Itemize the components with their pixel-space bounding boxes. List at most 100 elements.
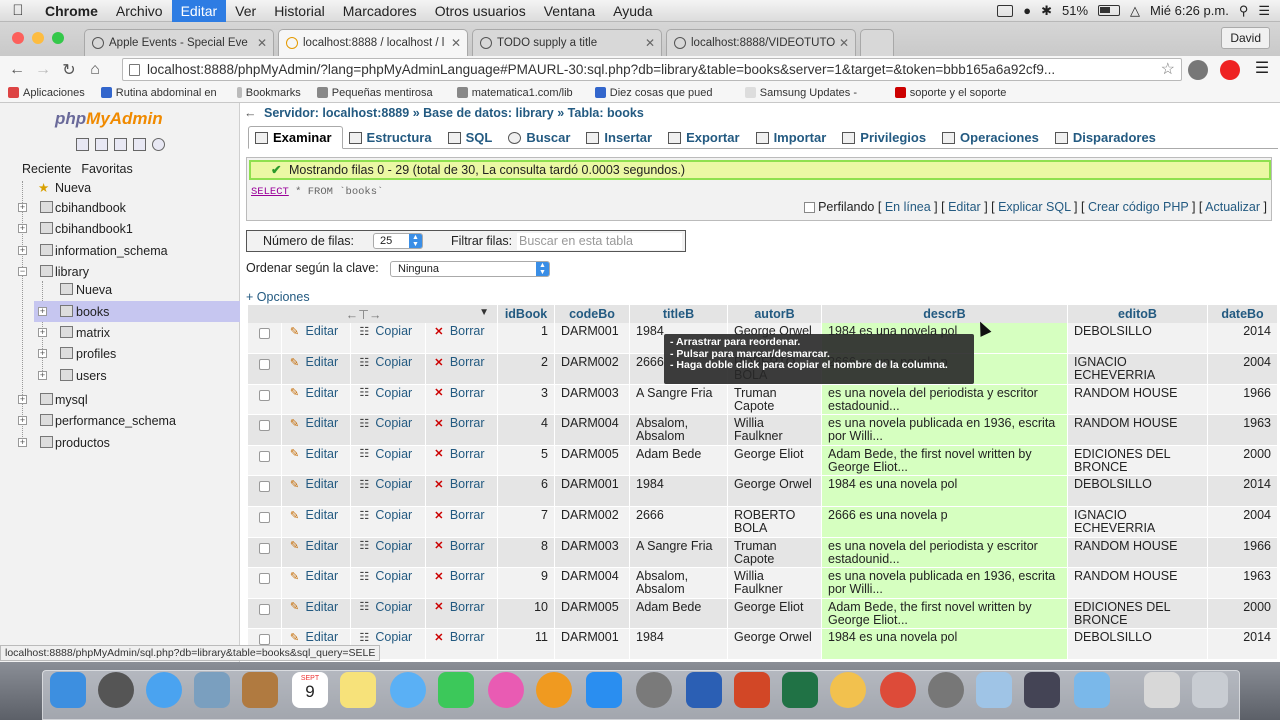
cell-descrb[interactable]: 1984 es una novela pol: [821, 475, 1068, 508]
cell-titleb[interactable]: Adam Bede: [629, 598, 728, 630]
cell-codebo[interactable]: DARM005: [554, 445, 630, 477]
cell-autorb[interactable]: George Eliot: [727, 445, 822, 477]
tab-sql[interactable]: SQL: [442, 127, 503, 148]
folder-icon[interactable]: [1074, 672, 1110, 708]
tab-todo[interactable]: TODO supply a title ✕: [472, 29, 662, 56]
edit-action[interactable]: ✎ Editar: [288, 478, 345, 491]
cell-editob[interactable]: EDICIONES DEL BRONCE: [1067, 445, 1208, 477]
row-checkbox[interactable]: [258, 450, 270, 462]
notification-center-icon[interactable]: ☰: [1258, 3, 1270, 19]
copy-action[interactable]: ☷ Copiar: [357, 570, 418, 583]
bookmark-pequenas[interactable]: Pequeñas mentirosa: [309, 87, 449, 99]
cell-idbook[interactable]: 2: [497, 353, 555, 385]
phpmyadmin-logo[interactable]: phpMyAdmin: [55, 109, 163, 129]
delete-action[interactable]: ✕ Borrar: [432, 509, 491, 522]
cell-autorb[interactable]: Willia Faulkner: [727, 414, 822, 446]
tree-item-productos[interactable]: + productos: [0, 432, 240, 453]
tree-item-cbihandbook[interactable]: + cbihandbook: [0, 197, 240, 218]
rows-select[interactable]: 25 ▲ ▼: [373, 233, 423, 249]
copy-action[interactable]: ☷ Copiar: [357, 539, 418, 553]
reload-icon[interactable]: [152, 138, 165, 151]
apple-icon[interactable]: : [0, 2, 36, 19]
tree-item-new[interactable]: ★ Nueva: [0, 177, 240, 198]
breadcrumb-server[interactable]: Servidor: localhost:8889: [264, 106, 409, 120]
cell-idbook[interactable]: 10: [497, 598, 555, 630]
copy-action[interactable]: ☷ Copiar: [357, 447, 418, 461]
address-bar[interactable]: localhost:8888/phpMyAdmin/?lang=phpMyAdm…: [122, 58, 1182, 81]
tab-phpmyadmin[interactable]: localhost:8888 / localhost / l ✕: [278, 29, 468, 56]
expand-icon[interactable]: +: [38, 328, 47, 337]
delete-action[interactable]: ✕ Borrar: [432, 478, 491, 491]
tab-apple-events[interactable]: Apple Events - Special Eve ✕: [84, 29, 274, 56]
cell-codebo[interactable]: DARM005: [554, 598, 630, 630]
edit-action[interactable]: ✎ Editar: [288, 539, 345, 553]
row-checkbox[interactable]: [258, 359, 270, 371]
row-checkbox[interactable]: [258, 542, 270, 554]
menu-ayuda[interactable]: Ayuda: [604, 0, 661, 22]
tab-exportar[interactable]: Exportar: [662, 127, 749, 148]
cell-descrb[interactable]: es una novela publicada en 1936, escrita…: [821, 414, 1068, 446]
cell-idbook[interactable]: 11: [497, 628, 555, 661]
link-en-linea[interactable]: En línea: [885, 200, 931, 214]
table-row[interactable]: ✎ Editar ☷ Copiar ✕ Borrar 7 DARM002 2666 ROBERTO…: [248, 506, 1278, 538]
bookmark-rutina[interactable]: Rutina abdominal en: [93, 87, 229, 99]
expand-icon[interactable]: +: [38, 371, 47, 380]
copy-action[interactable]: ☷ Copiar: [357, 356, 418, 369]
cell-idbook[interactable]: 5: [497, 445, 555, 477]
minimize-window-icon[interactable]: [32, 32, 44, 44]
forward-arrow-icon[interactable]: →: [30, 61, 56, 79]
screen-record-icon[interactable]: [997, 4, 1014, 17]
column-header[interactable]: editoB: [1067, 305, 1208, 323]
tab-insertar[interactable]: Insertar: [580, 127, 662, 148]
menu-icon[interactable]: ☰: [1252, 60, 1272, 80]
cell-idbook[interactable]: 9: [497, 567, 555, 599]
cell-codebo[interactable]: DARM001: [554, 628, 630, 661]
cell-codebo[interactable]: DARM002: [554, 506, 630, 538]
sort-select[interactable]: Ninguna ▲ ▼: [390, 261, 550, 277]
row-checkbox[interactable]: [258, 512, 270, 524]
cell-autorb[interactable]: George Eliot: [727, 598, 822, 630]
menu-editar[interactable]: Editar: [171, 0, 227, 22]
close-tab-icon[interactable]: ✕: [839, 30, 849, 56]
tree-item-mysql[interactable]: + mysql: [0, 389, 240, 410]
column-controls-header[interactable]: ←⊤→ ▼: [248, 305, 498, 323]
delete-action[interactable]: ✕ Borrar: [432, 600, 491, 614]
menu-marcadores[interactable]: Marcadores: [334, 0, 426, 22]
cell-datebo[interactable]: 2000: [1207, 445, 1278, 477]
zoom-window-icon[interactable]: [52, 32, 64, 44]
cell-titleb[interactable]: 1984: [629, 475, 728, 508]
close-tab-icon[interactable]: ✕: [451, 30, 461, 56]
safari-icon[interactable]: [146, 672, 182, 708]
expand-icon[interactable]: +: [18, 438, 27, 447]
cell-descrb[interactable]: es una novela publicada en 1936, escrita…: [821, 567, 1068, 599]
notes-icon[interactable]: [340, 672, 376, 708]
table-row[interactable]: ✎ Editar ☷ Copiar ✕ Borrar 10 DARM005 Adam Bede G…: [248, 598, 1278, 630]
sql-keyword[interactable]: SELECT: [251, 186, 289, 198]
menu-otros-usuarios[interactable]: Otros usuarios: [426, 0, 535, 22]
row-checkbox[interactable]: [258, 328, 270, 339]
close-tab-icon[interactable]: ✕: [645, 30, 655, 56]
bookmark-folder[interactable]: Bookmarks: [229, 87, 309, 99]
app-store-icon[interactable]: [586, 672, 622, 708]
column-header[interactable]: idBook: [497, 305, 555, 323]
cell-editob[interactable]: RANDOM HOUSE: [1067, 414, 1208, 446]
cell-autorb[interactable]: George Orwel: [727, 628, 822, 661]
bookmark-soporte[interactable]: soporte y el soporte: [887, 87, 1015, 99]
link-crear-codigo-php[interactable]: Crear código PHP: [1088, 200, 1189, 214]
edit-action[interactable]: ✎ Editar: [288, 600, 345, 614]
cell-editob[interactable]: RANDOM HOUSE: [1067, 567, 1208, 599]
bookmark-apps[interactable]: Aplicaciones: [0, 87, 93, 99]
tab-videotuto[interactable]: localhost:8888/VIDEOTUTO ✕: [666, 29, 856, 56]
delete-action[interactable]: ✕ Borrar: [432, 447, 491, 461]
bookmark-star-icon[interactable]: ☆: [1161, 59, 1175, 80]
cell-descrb[interactable]: 2666 es una novela p: [821, 506, 1068, 538]
breadcrumb-table[interactable]: Tabla: books: [568, 106, 644, 120]
edit-action[interactable]: ✎ Editar: [288, 631, 345, 644]
column-header[interactable]: codeBo: [554, 305, 630, 323]
close-window-icon[interactable]: [12, 32, 24, 44]
cell-titleb[interactable]: Absalom, Absalom: [629, 414, 728, 446]
word-icon[interactable]: [686, 672, 722, 708]
tab-privilegios[interactable]: Privilegios: [836, 127, 936, 148]
screen-recorder-icon[interactable]: [1024, 672, 1060, 708]
close-tab-icon[interactable]: ✕: [257, 30, 267, 56]
